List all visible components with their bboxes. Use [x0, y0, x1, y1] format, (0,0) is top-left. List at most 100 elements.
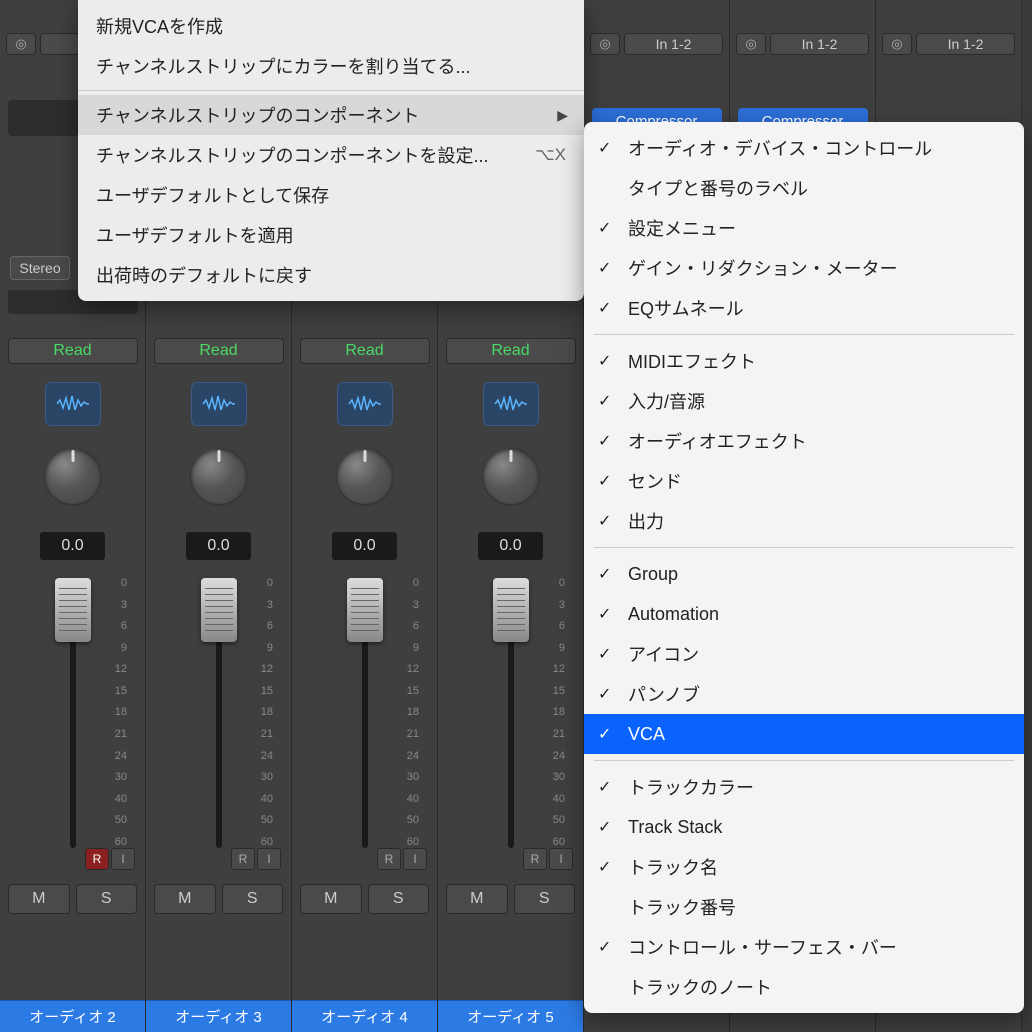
submenu-item[interactable]: ✓トラックカラー	[584, 767, 1024, 807]
record-enable-button[interactable]: R	[377, 848, 401, 870]
track-icon[interactable]	[45, 382, 101, 426]
solo-button[interactable]: S	[514, 884, 576, 914]
input-monitor-button[interactable]: I	[111, 848, 135, 870]
check-icon: ✓	[598, 258, 611, 278]
input-monitor-button[interactable]: I	[403, 848, 427, 870]
check-icon: ✓	[598, 351, 611, 371]
automation-mode-button[interactable]: Read	[446, 338, 576, 364]
input-button[interactable]: In 1-2	[916, 33, 1015, 55]
submenu-item-label: センド	[628, 468, 682, 494]
submenu-item-label: トラックのノート	[628, 974, 772, 1000]
mute-button[interactable]: M	[8, 884, 70, 914]
fader-cap[interactable]	[347, 578, 383, 642]
submenu-item[interactable]: ✓ Automation	[584, 594, 1024, 634]
chevron-right-icon: ▶	[557, 107, 568, 124]
submenu-item-label: オーディオエフェクト	[628, 428, 807, 454]
track-name[interactable]: オーディオ 2	[0, 1000, 145, 1032]
output-slot[interactable]: Stereo	[10, 256, 70, 280]
track-name[interactable]: オーディオ 4	[292, 1000, 437, 1032]
submenu-item[interactable]: ✓出力	[584, 501, 1024, 541]
submenu-item-label: VCA	[628, 724, 665, 745]
check-icon: ✓	[598, 218, 611, 238]
pan-knob[interactable]	[483, 448, 539, 504]
fader[interactable]	[70, 578, 76, 848]
automation-mode-button[interactable]: Read	[154, 338, 284, 364]
mute-button[interactable]: M	[300, 884, 362, 914]
submenu-item[interactable]: ✓MIDIエフェクト	[584, 341, 1024, 381]
submenu-item-label: Automation	[628, 604, 719, 625]
track-icon[interactable]	[337, 382, 393, 426]
context-menu-item[interactable]: チャンネルストリップにカラーを割り当てる...	[78, 46, 584, 86]
submenu-item[interactable]: タイプと番号のラベル	[584, 168, 1024, 208]
pan-value[interactable]: 0.0	[40, 532, 105, 560]
fader-cap[interactable]	[493, 578, 529, 642]
check-icon: ✓	[598, 724, 611, 744]
pan-knob[interactable]	[337, 448, 393, 504]
fader-cap[interactable]	[201, 578, 237, 642]
pan-value[interactable]: 0.0	[478, 532, 543, 560]
input-button[interactable]: In 1-2	[624, 33, 723, 55]
pan-knob[interactable]	[191, 448, 247, 504]
submenu-item-label: Track Stack	[628, 817, 722, 838]
input-monitor-button[interactable]: I	[257, 848, 281, 870]
fader-area: 0369121518212430405060 R I	[0, 578, 145, 878]
solo-button[interactable]: S	[222, 884, 284, 914]
submenu-item-label: コントロール・サーフェス・バー	[628, 934, 897, 960]
context-menu-item[interactable]: チャンネルストリップのコンポーネントを設定...⌥X	[78, 135, 584, 175]
track-name[interactable]: オーディオ 3	[146, 1000, 291, 1032]
pan-value[interactable]: 0.0	[186, 532, 251, 560]
submenu-item[interactable]: ✓設定メニュー	[584, 208, 1024, 248]
submenu-item[interactable]: ✓オーディオ・デバイス・コントロール	[584, 128, 1024, 168]
track-icon[interactable]	[483, 382, 539, 426]
keyboard-shortcut: ⌥X	[535, 145, 566, 165]
submenu-item[interactable]: ✓Group	[584, 554, 1024, 594]
fader[interactable]	[508, 578, 514, 848]
submenu-item[interactable]: トラック番号	[584, 887, 1024, 927]
mute-button[interactable]: M	[154, 884, 216, 914]
solo-button[interactable]: S	[368, 884, 430, 914]
context-menu-item[interactable]: ユーザデフォルトを適用	[78, 215, 584, 255]
submenu-item[interactable]: ✓入力/音源	[584, 381, 1024, 421]
submenu-item[interactable]: トラックのノート	[584, 967, 1024, 1007]
input-button[interactable]: In 1-2	[770, 33, 869, 55]
track-icon[interactable]	[191, 382, 247, 426]
check-icon: ✓	[598, 471, 611, 491]
check-icon: ✓	[598, 604, 611, 624]
submenu-item[interactable]: ✓ センド	[584, 461, 1024, 501]
context-menu-item[interactable]: 新規VCAを作成	[78, 6, 584, 46]
stereo-icon[interactable]: ◎	[6, 33, 36, 55]
fader-cap[interactable]	[55, 578, 91, 642]
stereo-icon[interactable]: ◎	[736, 33, 766, 55]
submenu-item[interactable]: ✓コントロール・サーフェス・バー	[584, 927, 1024, 967]
context-menu-item[interactable]: チャンネルストリップのコンポーネント▶	[78, 95, 584, 135]
submenu-item[interactable]: ✓ VCA	[584, 714, 1024, 754]
submenu-item[interactable]: ✓トラック名	[584, 847, 1024, 887]
pan-knob[interactable]	[45, 448, 101, 504]
record-enable-button[interactable]: R	[231, 848, 255, 870]
record-enable-button[interactable]: R	[85, 848, 109, 870]
fader[interactable]	[362, 578, 368, 848]
submenu-item[interactable]: ✓Track Stack	[584, 807, 1024, 847]
submenu-item[interactable]: ✓オーディオエフェクト	[584, 421, 1024, 461]
solo-button[interactable]: S	[76, 884, 138, 914]
input-monitor-button[interactable]: I	[549, 848, 573, 870]
record-enable-button[interactable]: R	[523, 848, 547, 870]
submenu-item[interactable]: ✓パンノブ	[584, 674, 1024, 714]
check-icon: ✓	[598, 298, 611, 318]
automation-mode-button[interactable]: Read	[8, 338, 138, 364]
mute-button[interactable]: M	[446, 884, 508, 914]
pan-value[interactable]: 0.0	[332, 532, 397, 560]
context-menu-item[interactable]: ユーザデフォルトとして保存	[78, 175, 584, 215]
fader-scale: 0369121518212430405060	[553, 578, 565, 848]
context-menu-item[interactable]: 出荷時のデフォルトに戻す	[78, 255, 584, 295]
fader[interactable]	[216, 578, 222, 848]
submenu-item-label: Group	[628, 564, 678, 585]
stereo-icon[interactable]: ◎	[882, 33, 912, 55]
submenu-item[interactable]: ✓アイコン	[584, 634, 1024, 674]
stereo-icon[interactable]: ◎	[590, 33, 620, 55]
submenu-item[interactable]: ✓EQサムネール	[584, 288, 1024, 328]
submenu-item[interactable]: ✓ゲイン・リダクション・メーター	[584, 248, 1024, 288]
automation-mode-button[interactable]: Read	[300, 338, 430, 364]
track-name[interactable]: オーディオ 5	[438, 1000, 583, 1032]
fader-scale: 0369121518212430405060	[115, 578, 127, 848]
